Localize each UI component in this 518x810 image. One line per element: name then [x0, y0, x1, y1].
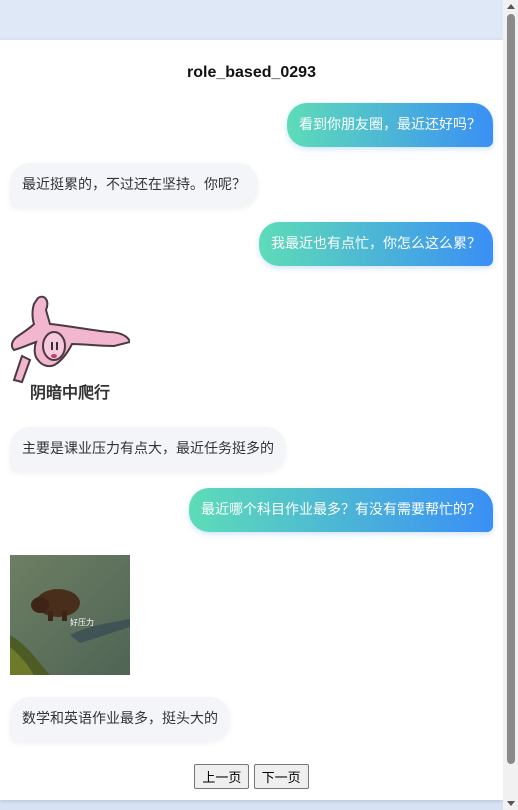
vertical-scrollbar[interactable]	[503, 0, 518, 810]
bot-message-bubble: 主要是课业压力有点大，最近任务挺多的	[10, 427, 286, 471]
user-message-bubble: 最近哪个科目作业最多？有没有需要帮忙的？	[189, 488, 493, 532]
user-message-bubble: 我最近也有点忙，你怎么这么累？	[259, 222, 493, 266]
scroll-up-arrow-icon[interactable]	[507, 4, 515, 9]
bot-message-bubble: 数学和英语作业最多，挺头大的	[10, 697, 230, 741]
sticker-caption: 阴暗中爬行	[30, 383, 110, 402]
user-message-bubble: 看到你朋友圈，最近还好吗？	[287, 103, 493, 147]
sticker-caption: 好压力	[70, 617, 94, 627]
previous-page-button[interactable]: 上一页	[194, 764, 250, 789]
next-page-button[interactable]: 下一页	[253, 764, 309, 789]
bunny-crawling-sticker: 阴暗中爬行	[10, 290, 132, 410]
chat-panel: role_based_0293 看到你朋友圈，最近还好吗？ 最近挺累的，不过还在…	[0, 40, 503, 800]
pagination: 上一页 下一页	[0, 764, 503, 789]
page-title: role_based_0293	[187, 64, 316, 81]
scroll-down-arrow-icon[interactable]	[507, 801, 515, 806]
bot-message-bubble: 最近挺累的，不过还在坚持。你呢？	[10, 163, 258, 207]
capybara-in-water-sticker: 好压力	[10, 555, 130, 675]
scroll-thumb[interactable]	[507, 14, 515, 764]
